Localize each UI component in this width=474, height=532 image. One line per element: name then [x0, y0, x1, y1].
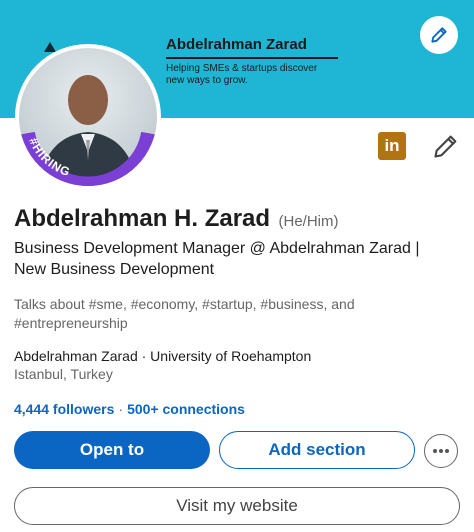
followers-link[interactable]: 4,444 followers — [14, 401, 114, 417]
avatar: #HIRING — [19, 48, 157, 186]
company-education[interactable]: Abdelrahman Zarad · University of Roeham… — [14, 347, 454, 366]
connections-link[interactable]: 500+ connections — [127, 401, 245, 417]
network-separator: · — [118, 401, 124, 417]
add-section-button[interactable]: Add section — [219, 431, 415, 469]
edit-banner-button[interactable] — [420, 16, 458, 54]
talks-about: Talks about #sme, #economy, #startup, #b… — [14, 296, 355, 331]
name-row: Abdelrahman H. Zarad (He/Him) — [14, 205, 339, 233]
edit-profile-button[interactable] — [432, 132, 460, 160]
banner-text-card: Abdelrahman Zarad Helping SMEs & startup… — [166, 36, 356, 87]
hiring-frame: #HIRING — [19, 131, 157, 186]
ellipsis-icon — [433, 449, 449, 453]
banner-tagline: Helping SMEs & startups discover new way… — [166, 63, 318, 86]
pencil-icon — [434, 135, 457, 158]
profile-photo[interactable]: #HIRING — [15, 44, 161, 190]
profile-name: Abdelrahman H. Zarad — [14, 205, 271, 232]
location: Istanbul, Turkey — [14, 366, 113, 382]
open-to-button[interactable]: Open to — [14, 431, 210, 469]
more-actions-button[interactable] — [424, 434, 458, 468]
network-stats: 4,444 followers · 500+ connections — [14, 401, 245, 417]
pronouns: (He/Him) — [278, 213, 339, 230]
linkedin-icon[interactable]: in — [378, 132, 406, 160]
linkedin-glyph: in — [384, 136, 400, 155]
profile-headline: Business Development Manager @ Abdelrahm… — [14, 240, 420, 278]
visit-website-button[interactable]: Visit my website — [14, 487, 460, 525]
banner-name: Abdelrahman Zarad — [166, 36, 338, 59]
pencil-icon — [431, 27, 447, 43]
